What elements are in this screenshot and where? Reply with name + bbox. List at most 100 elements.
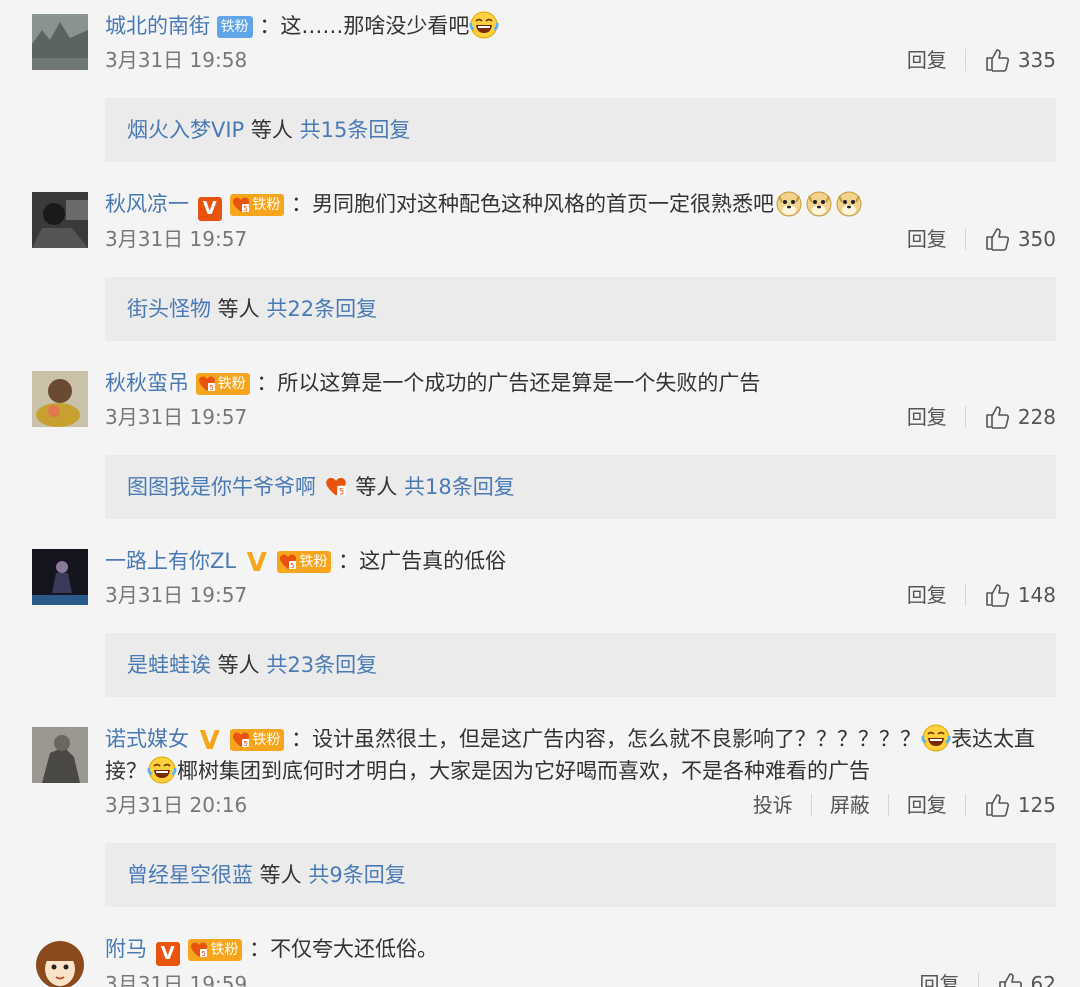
reply-etc: 等人 bbox=[244, 118, 300, 142]
colon: ： bbox=[249, 937, 271, 961]
like-count: 335 bbox=[1017, 48, 1056, 72]
username-link[interactable]: 诺式媒女 bbox=[105, 727, 189, 751]
laugh-cry-emoji-icon bbox=[469, 10, 499, 40]
fan-heart-icon bbox=[198, 375, 216, 393]
reply-username-link[interactable]: 烟火入梦VIP bbox=[127, 118, 244, 142]
fan-heart-icon bbox=[190, 941, 208, 959]
reply-etc: 等人 bbox=[253, 863, 309, 887]
fan-badge[interactable]: 铁粉 bbox=[195, 373, 250, 395]
comment-text: 不仅夸大还低俗。 bbox=[270, 937, 439, 961]
comment-meta: 3月31日 20:16 投诉 屏蔽 回复 125 bbox=[105, 787, 1080, 823]
comment-item: 诺式媒女 V 铁粉 ：设计虽然很土，但是这广告内容，怎么就不良影响了？？？？？？… bbox=[0, 713, 1080, 923]
fan-badge[interactable]: 铁粉 bbox=[277, 551, 332, 573]
replies-summary[interactable]: 烟火入梦VIP 等人 共15条回复 bbox=[105, 98, 1056, 162]
comment-actions: 回复 335 bbox=[907, 42, 1056, 78]
reply-button[interactable]: 回复 bbox=[907, 577, 947, 613]
replies-summary[interactable]: 是蛙蛙诶 等人 共23条回复 bbox=[105, 633, 1056, 697]
comment-meta: 3月31日 19:58 回复 335 bbox=[105, 42, 1080, 78]
username-link[interactable]: 秋风凉一 bbox=[105, 192, 189, 216]
thumbs-up-icon[interactable] bbox=[984, 582, 1010, 608]
verified-v-icon: V bbox=[197, 197, 222, 221]
replies-summary[interactable]: 曾经星空很蓝 等人 共9条回复 bbox=[105, 843, 1056, 907]
comment-actions: 回复 62 bbox=[920, 966, 1056, 987]
laugh-cry-emoji-icon bbox=[921, 723, 951, 753]
fan-badge[interactable]: 铁粉 bbox=[230, 194, 285, 216]
reply-count-link[interactable]: 共18条回复 bbox=[404, 475, 515, 499]
username-link[interactable]: 附马 bbox=[105, 937, 147, 961]
fan-badge-label: 铁粉 bbox=[299, 554, 328, 570]
username-link[interactable]: 秋秋蛮吊 bbox=[105, 371, 189, 395]
comment-item: 一路上有你ZL V 铁粉 ：这广告真的低俗 3月31日 19:57 回复 148… bbox=[0, 535, 1080, 713]
thumbs-up-icon[interactable] bbox=[997, 971, 1023, 987]
colon: ： bbox=[291, 727, 313, 751]
thumbs-up-icon[interactable] bbox=[984, 792, 1010, 818]
thumbs-up-icon[interactable] bbox=[984, 404, 1010, 430]
reply-button[interactable]: 回复 bbox=[907, 399, 947, 435]
comment-text: 所以这算是一个成功的广告还是算是一个失败的广告 bbox=[277, 371, 761, 395]
avatar[interactable] bbox=[32, 192, 88, 248]
like-count: 125 bbox=[1017, 793, 1056, 817]
reply-username-link[interactable]: 是蛙蛙诶 bbox=[127, 653, 211, 677]
doge-emoji-icon bbox=[774, 188, 804, 218]
reply-count-link[interactable]: 共23条回复 bbox=[266, 653, 377, 677]
username-link[interactable]: 城北的南街 bbox=[105, 14, 210, 38]
comment-meta: 3月31日 19:57 回复 228 bbox=[105, 399, 1080, 435]
comment-date: 3月31日 19:57 bbox=[105, 405, 248, 429]
avatar[interactable] bbox=[32, 549, 88, 605]
comment-actions: 回复 148 bbox=[907, 577, 1056, 613]
comment-meta: 3月31日 19:57 回复 350 bbox=[105, 221, 1080, 257]
comment-item: 城北的南街 铁粉 ：这……那啥没少看吧 3月31日 19:58 回复 335 烟… bbox=[0, 0, 1080, 178]
block-button[interactable]: 屏蔽 bbox=[830, 787, 870, 823]
divider bbox=[887, 794, 889, 816]
reply-button[interactable]: 回复 bbox=[907, 787, 947, 823]
divider bbox=[977, 973, 979, 987]
comment-date: 3月31日 20:16 bbox=[105, 793, 248, 817]
fan-heart-icon bbox=[323, 476, 349, 498]
reply-button[interactable]: 回复 bbox=[920, 966, 960, 987]
reply-username-link[interactable]: 曾经星空很蓝 bbox=[127, 863, 253, 887]
report-button[interactable]: 投诉 bbox=[753, 787, 793, 823]
reply-username-link[interactable]: 图图我是你牛爷爷啊 bbox=[127, 475, 316, 499]
fan-badge[interactable]: 铁粉 bbox=[216, 16, 253, 38]
comment-text: 这……那啥没少看吧 bbox=[280, 14, 470, 38]
username-link[interactable]: 一路上有你ZL bbox=[105, 549, 236, 573]
reply-button[interactable]: 回复 bbox=[907, 221, 947, 257]
doge-emoji-icon bbox=[804, 188, 834, 218]
divider bbox=[964, 406, 966, 428]
comment-line: 秋秋蛮吊 铁粉 ：所以这算是一个成功的广告还是算是一个失败的广告 bbox=[105, 357, 1080, 399]
comment-meta: 3月31日 19:57 回复 148 bbox=[105, 577, 1080, 613]
laugh-cry-emoji-icon bbox=[147, 755, 177, 785]
reply-username-link[interactable]: 街头怪物 bbox=[127, 297, 211, 321]
comment-item: 附马 V 铁粉 ：不仅夸大还低俗。 3月31日 19:59 回复 62 bbox=[0, 923, 1080, 987]
reply-button[interactable]: 回复 bbox=[907, 42, 947, 78]
comment-line: 诺式媒女 V 铁粉 ：设计虽然很土，但是这广告内容，怎么就不良影响了？？？？？？… bbox=[105, 713, 1080, 787]
fan-badge[interactable]: 铁粉 bbox=[230, 729, 285, 751]
comment-date: 3月31日 19:57 bbox=[105, 583, 248, 607]
colon: ： bbox=[338, 549, 360, 573]
reply-count-link[interactable]: 共22条回复 bbox=[266, 297, 377, 321]
fan-badge-label: 铁粉 bbox=[217, 376, 246, 392]
reply-count-link[interactable]: 共9条回复 bbox=[308, 863, 405, 887]
reply-count-link[interactable]: 共15条回复 bbox=[300, 118, 411, 142]
comment-text: 男同胞们对这种配色这种风格的首页一定很熟悉吧 bbox=[312, 192, 775, 216]
avatar[interactable] bbox=[32, 371, 88, 427]
replies-summary[interactable]: 街头怪物 等人 共22条回复 bbox=[105, 277, 1056, 341]
comment-date: 3月31日 19:58 bbox=[105, 48, 248, 72]
thumbs-up-icon[interactable] bbox=[984, 226, 1010, 252]
avatar[interactable] bbox=[32, 727, 88, 783]
divider bbox=[810, 794, 812, 816]
avatar[interactable] bbox=[32, 14, 88, 70]
comment-date: 3月31日 19:57 bbox=[105, 227, 248, 251]
divider bbox=[964, 794, 966, 816]
reply-etc: 等人 bbox=[211, 297, 267, 321]
fan-badge[interactable]: 铁粉 bbox=[188, 939, 243, 961]
verified-v-icon: V bbox=[199, 726, 220, 756]
replies-summary[interactable]: 图图我是你牛爷爷啊 等人 共18条回复 bbox=[105, 455, 1056, 519]
avatar[interactable] bbox=[32, 937, 88, 987]
thumbs-up-icon[interactable] bbox=[984, 47, 1010, 73]
comment-text: 这广告真的低俗 bbox=[359, 549, 507, 573]
like-count: 228 bbox=[1017, 405, 1056, 429]
fan-badge-label: 铁粉 bbox=[210, 942, 239, 958]
comment-date: 3月31日 19:59 bbox=[105, 972, 248, 987]
divider bbox=[964, 228, 966, 250]
